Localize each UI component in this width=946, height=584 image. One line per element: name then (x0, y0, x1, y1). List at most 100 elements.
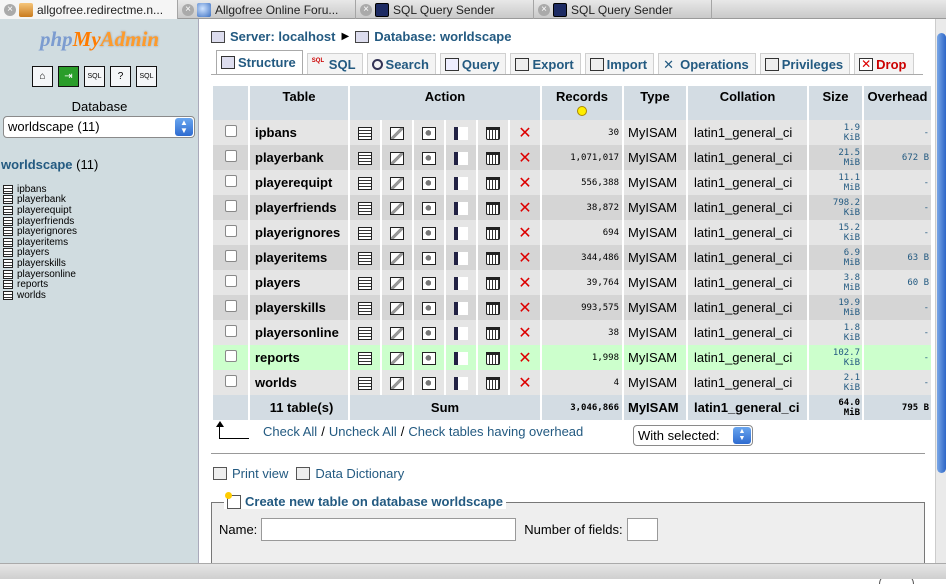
empty-trash-icon[interactable] (486, 152, 500, 166)
insert-icon[interactable] (454, 127, 468, 141)
sidebar-table-item[interactable]: playerignores (3, 226, 77, 237)
structure-icon[interactable] (390, 377, 404, 391)
browse-icon[interactable] (358, 302, 372, 316)
empty-trash-icon[interactable] (486, 377, 500, 391)
exit-icon[interactable]: ⇥ (58, 66, 79, 87)
search-icon[interactable] (422, 252, 436, 266)
insert-icon[interactable] (454, 327, 468, 341)
drop-x-icon[interactable]: ✕ (518, 226, 532, 242)
size-cell[interactable]: 798.2 KiB (809, 195, 862, 220)
structure-icon[interactable] (390, 177, 404, 191)
search-icon[interactable] (422, 377, 436, 391)
sidebar-table-label[interactable]: players (17, 247, 49, 258)
table-name-link[interactable]: ipbans (255, 125, 297, 140)
drop-x-icon[interactable]: ✕ (518, 351, 532, 367)
sidebar-table-label[interactable]: playerskills (17, 258, 66, 269)
browse-icon[interactable] (358, 202, 372, 216)
row-checkbox[interactable] (224, 125, 237, 137)
data-dictionary-link[interactable]: Data Dictionary (315, 466, 404, 481)
drop-x-icon[interactable]: ✕ (518, 301, 532, 317)
size-cell[interactable]: 2.1 KiB (809, 370, 862, 395)
table-name-link[interactable]: playerignores (255, 225, 340, 240)
structure-icon[interactable] (390, 327, 404, 341)
insert-icon[interactable] (454, 252, 468, 266)
tab-privileges[interactable]: Privileges (759, 53, 851, 74)
browse-icon[interactable] (358, 127, 372, 141)
search-icon[interactable] (422, 127, 436, 141)
row-checkbox[interactable] (224, 225, 237, 237)
insert-icon[interactable] (454, 227, 468, 241)
tab-search[interactable]: Search (366, 53, 436, 74)
empty-trash-icon[interactable] (486, 202, 500, 216)
row-checkbox[interactable] (224, 200, 237, 212)
row-checkbox[interactable] (224, 350, 237, 362)
sql-docs-icon[interactable]: SQL (136, 66, 157, 87)
scrollbar-thumb[interactable] (937, 33, 946, 473)
drop-x-icon[interactable]: ✕ (518, 126, 532, 142)
structure-icon[interactable] (390, 152, 404, 166)
sidebar-table-label[interactable]: ipbans (17, 184, 46, 195)
drop-x-icon[interactable]: ✕ (518, 176, 532, 192)
search-icon[interactable] (422, 327, 436, 341)
search-icon[interactable] (422, 302, 436, 316)
row-checkbox[interactable] (224, 275, 237, 287)
size-cell[interactable]: 6.9 MiB (809, 245, 862, 270)
vertical-scrollbar[interactable] (935, 19, 946, 579)
sidebar-table-item[interactable]: playerequipt (3, 205, 77, 216)
insert-icon[interactable] (454, 202, 468, 216)
structure-icon[interactable] (390, 252, 404, 266)
sidebar-table-item[interactable]: playerbank (3, 194, 77, 205)
tab-operations[interactable]: ✕ Operations (658, 53, 756, 74)
search-icon[interactable] (422, 352, 436, 366)
table-name-link[interactable]: playersonline (255, 325, 339, 340)
structure-icon[interactable] (390, 127, 404, 141)
sidebar-table-label[interactable]: playeritems (17, 237, 68, 248)
number-of-fields-input[interactable] (626, 518, 658, 541)
browser-tab-3[interactable]: × SQL Query Sender (356, 0, 534, 19)
insert-icon[interactable] (454, 177, 468, 191)
browse-icon[interactable] (358, 377, 372, 391)
sidebar-table-item[interactable]: playeritems (3, 237, 77, 248)
close-tab-icon[interactable]: × (538, 3, 550, 16)
sidebar-table-item[interactable]: ipbans (3, 184, 77, 195)
search-icon[interactable] (422, 277, 436, 291)
sidebar-table-item[interactable]: reports (3, 279, 77, 290)
insert-icon[interactable] (454, 302, 468, 316)
close-tab-icon[interactable]: × (360, 3, 372, 16)
size-cell[interactable]: 102.7 KiB (809, 345, 862, 370)
database-select[interactable]: worldscape (11) ▲ ▼ (3, 116, 195, 138)
insert-icon[interactable] (454, 352, 468, 366)
row-checkbox[interactable] (224, 375, 237, 387)
empty-trash-icon[interactable] (486, 227, 500, 241)
row-checkbox[interactable] (224, 150, 237, 162)
structure-icon[interactable] (390, 302, 404, 316)
structure-icon[interactable] (390, 352, 404, 366)
structure-icon[interactable] (390, 227, 404, 241)
search-icon[interactable] (422, 152, 436, 166)
sidebar-table-item[interactable]: playerfriends (3, 216, 77, 227)
insert-icon[interactable] (454, 277, 468, 291)
browse-icon[interactable] (358, 327, 372, 341)
sidebar-table-label[interactable]: playerequipt (17, 205, 71, 216)
sidebar-table-label[interactable]: playerbank (17, 194, 66, 205)
empty-trash-icon[interactable] (486, 252, 500, 266)
browse-icon[interactable] (358, 252, 372, 266)
empty-trash-icon[interactable] (486, 302, 500, 316)
search-icon[interactable] (422, 202, 436, 216)
sidebar-table-item[interactable]: players (3, 247, 77, 258)
table-name-link[interactable]: playerbank (255, 150, 324, 165)
sidebar-table-item[interactable]: playersonline (3, 269, 77, 280)
empty-trash-icon[interactable] (486, 277, 500, 291)
header-table[interactable]: Table (250, 86, 348, 120)
table-name-link[interactable]: playerfriends (255, 200, 337, 215)
print-view-link[interactable]: Print view (232, 466, 288, 481)
size-cell[interactable]: 21.5 MiB (809, 145, 862, 170)
database-title[interactable]: worldscape (11) (1, 157, 98, 172)
size-cell[interactable]: 11.1 MiB (809, 170, 862, 195)
browse-icon[interactable] (358, 177, 372, 191)
tab-sql[interactable]: SQL SQL (306, 53, 363, 74)
table-name-link[interactable]: playerskills (255, 300, 326, 315)
breadcrumb-database[interactable]: Database: worldscape (374, 29, 511, 44)
drop-x-icon[interactable]: ✕ (518, 326, 532, 342)
check-all-link[interactable]: Check All (263, 424, 317, 439)
